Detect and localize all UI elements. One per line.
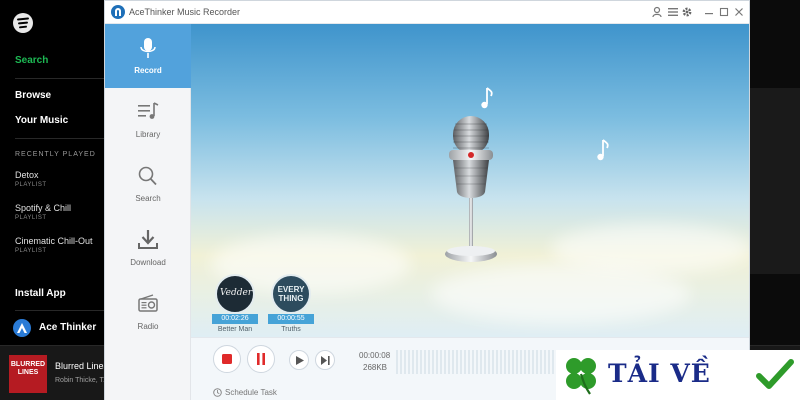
recording-cover: Vedder <box>215 274 255 314</box>
acethinker-window: AceThinker Music Recorder Record Library… <box>104 0 750 400</box>
acethinker-icon <box>13 319 31 337</box>
recording-cover: EVERY THING <box>271 274 311 314</box>
watermark-text: TẢI VỀ <box>608 359 711 388</box>
spotify-nav-your-music[interactable]: Your Music <box>15 115 68 126</box>
play-button[interactable] <box>289 350 309 370</box>
close-icon[interactable] <box>733 6 745 18</box>
studio-microphone-icon <box>445 116 497 262</box>
playlist-item-type: PLAYLIST <box>15 248 47 254</box>
nav-download[interactable]: Download <box>105 216 191 280</box>
spotify-nav-browse[interactable]: Browse <box>15 90 51 101</box>
recording-name: Better Man <box>217 326 253 333</box>
recently-played-heading: RECENTLY PLAYED <box>15 151 96 158</box>
ace-thinker-profile[interactable]: Ace Thinker <box>39 322 96 333</box>
track-artist[interactable]: Robin Thicke, T. <box>55 377 105 384</box>
search-icon <box>138 166 157 186</box>
pause-icon <box>257 353 265 365</box>
record-microphone-button[interactable] <box>443 110 499 270</box>
title-bar: AceThinker Music Recorder <box>105 1 749 24</box>
pause-button[interactable] <box>247 345 275 373</box>
app-logo-icon <box>111 5 125 19</box>
user-icon[interactable] <box>651 6 663 18</box>
playlist-item-type: PLAYLIST <box>15 215 47 221</box>
stop-icon <box>222 354 232 364</box>
divider <box>15 310 104 311</box>
nav-record[interactable]: Record <box>105 24 191 88</box>
nav-library-label: Library <box>135 130 161 139</box>
recording-duration: 00:02:26 <box>212 314 258 324</box>
maximize-icon[interactable] <box>718 6 730 18</box>
menu-icon[interactable] <box>667 6 679 18</box>
divider <box>15 138 104 139</box>
record-stage: Vedder 00:02:26 Better Man EVERY THING 0… <box>191 24 749 337</box>
music-note-icon <box>481 87 493 109</box>
skip-next-icon <box>321 356 330 365</box>
playlist-item-name[interactable]: Cinematic Chill-Out <box>15 236 93 246</box>
playlist-item-name[interactable]: Detox <box>15 170 39 180</box>
nav-download-label: Download <box>130 258 166 267</box>
watermark-logo: TẢI VỀ <box>556 350 800 400</box>
app-sidebar: Record Library Search Download Radio <box>105 24 191 400</box>
recording-elapsed-time: 00:00:08 <box>359 351 391 360</box>
nav-library[interactable]: Library <box>105 88 191 152</box>
cover-text: BLURRED LINES <box>10 361 46 376</box>
playlist-item-name[interactable]: Spotify & Chill <box>15 203 71 213</box>
settings-gear-icon[interactable] <box>681 6 693 18</box>
spotify-sidebar: Search Browse Your Music RECENTLY PLAYED… <box>0 0 104 345</box>
nav-search[interactable]: Search <box>105 152 191 216</box>
minimize-icon[interactable] <box>703 6 715 18</box>
playlist-icon <box>138 102 159 119</box>
install-app-link[interactable]: Install App <box>15 288 66 299</box>
spotify-logo-icon[interactable] <box>13 13 33 33</box>
recording-name: Truths <box>281 326 301 333</box>
nav-radio-label: Radio <box>137 322 159 331</box>
divider <box>15 78 104 79</box>
playlist-item-type: PLAYLIST <box>15 182 47 188</box>
music-note-icon <box>597 139 609 161</box>
spotify-right-panel <box>748 88 800 274</box>
schedule-task-link[interactable]: Schedule Task <box>225 388 277 397</box>
spotify-nav-search[interactable]: Search <box>15 55 48 66</box>
stop-record-button[interactable] <box>213 345 241 373</box>
microphone-icon <box>140 38 156 58</box>
window-title: AceThinker Music Recorder <box>129 7 241 17</box>
cloud <box>551 224 749 274</box>
nav-radio[interactable]: Radio <box>105 280 191 344</box>
nav-search-label: Search <box>135 194 161 203</box>
next-button[interactable] <box>315 350 335 370</box>
checkmark-icon <box>756 359 794 389</box>
nav-record-label: Record <box>134 66 162 75</box>
radio-icon <box>138 294 158 312</box>
album-cover: BLURRED LINES <box>9 355 47 393</box>
audio-waveform <box>396 350 556 374</box>
recording-file-size: 268KB <box>363 363 388 372</box>
four-leaf-clover-icon <box>566 358 596 395</box>
recording-duration: 00:00:55 <box>268 314 314 324</box>
play-icon <box>296 356 304 365</box>
track-title[interactable]: Blurred Lines <box>55 361 108 371</box>
cover-text: EVERY THING <box>277 285 305 303</box>
download-icon <box>138 230 158 249</box>
cover-text: Vedder <box>220 288 253 298</box>
clock-icon <box>213 388 222 397</box>
